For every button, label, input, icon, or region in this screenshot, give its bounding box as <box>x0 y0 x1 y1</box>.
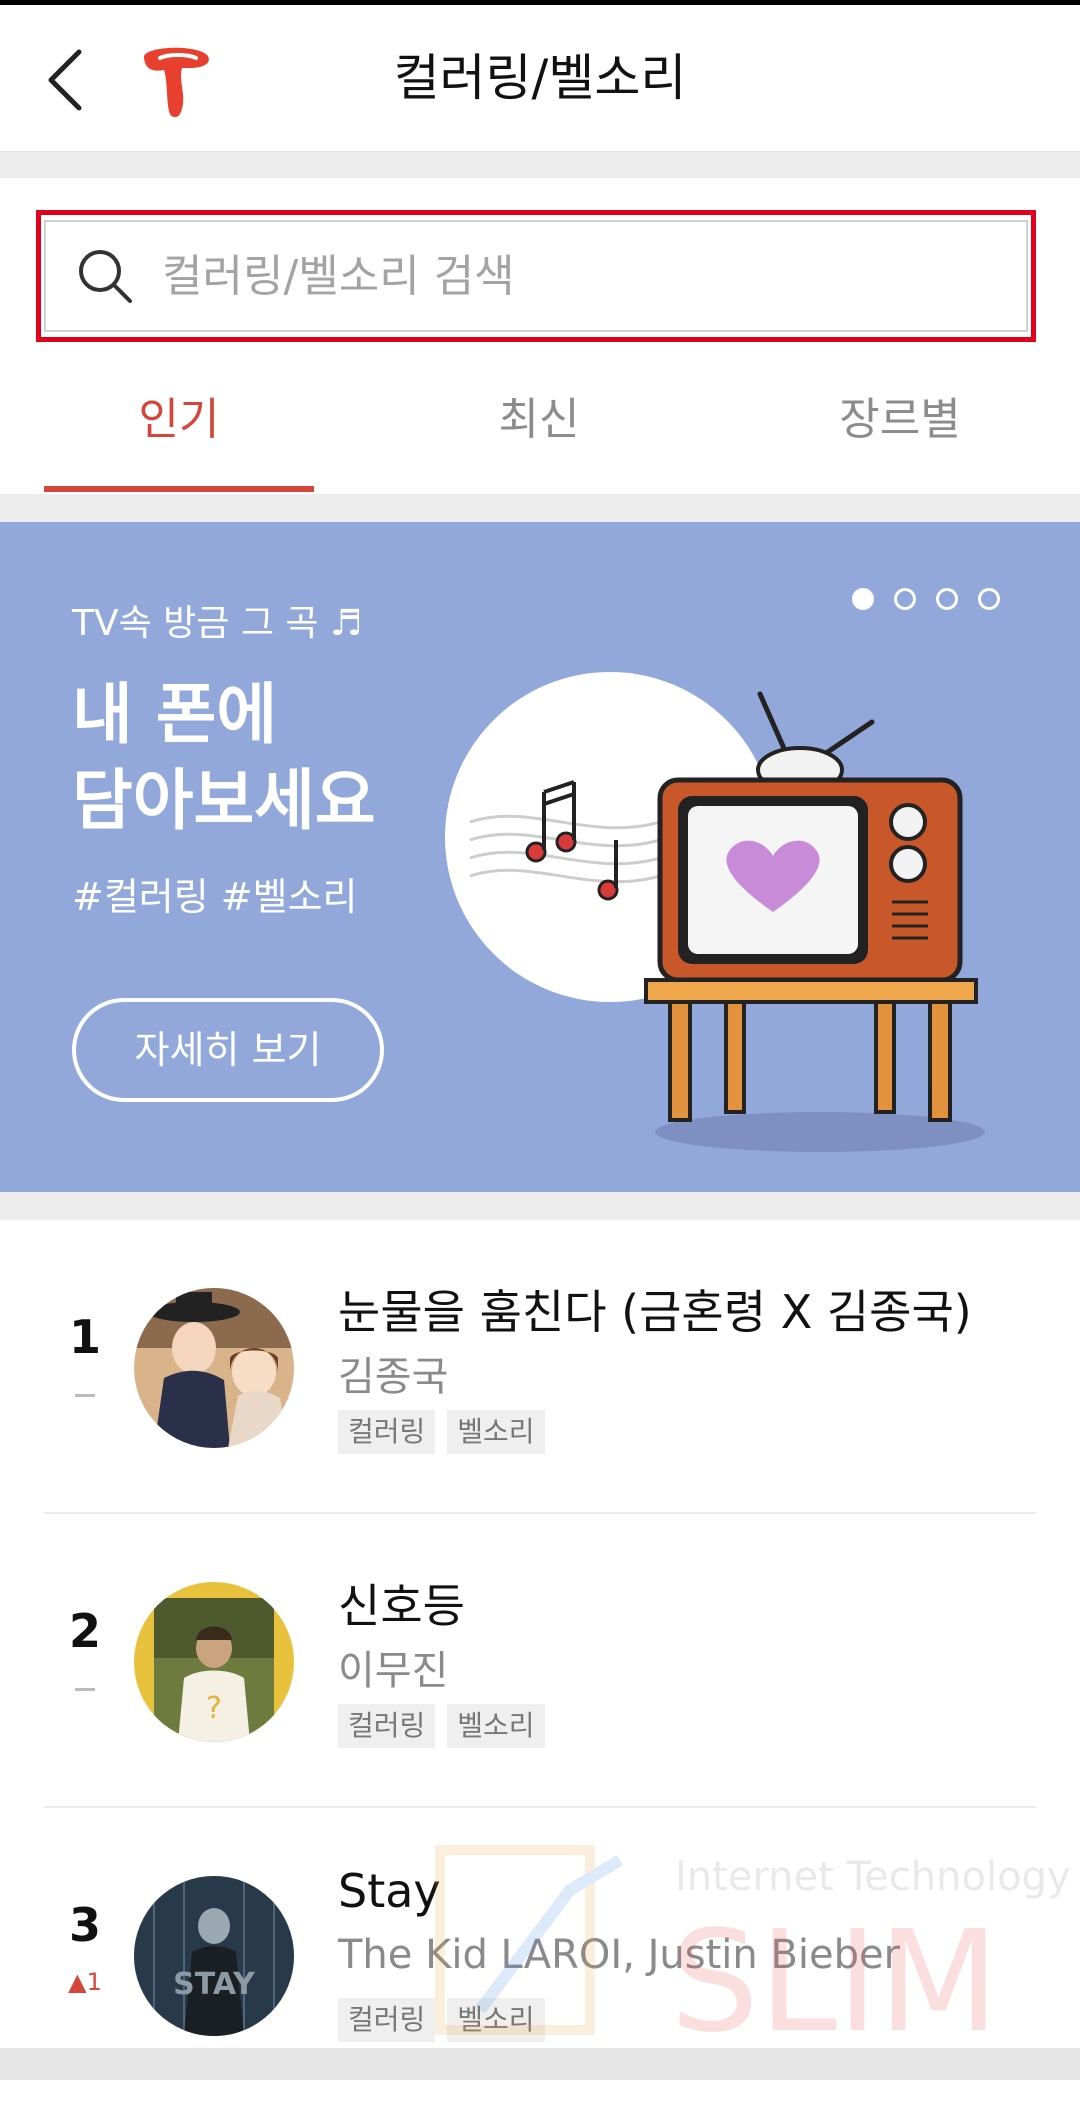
tab-label: 인기 <box>138 394 220 445</box>
bottom-edge <box>0 2048 1080 2080</box>
tab-label: 장르별 <box>839 394 961 445</box>
list-item[interactable]: 1 눈물을 훔친다 (금혼령 X 김종국) 김종국 컬러링 벨소리 <box>0 1220 1080 1514</box>
song-title: Stay <box>338 1864 441 1918</box>
artist-name: The Kid LAROI, Justin Bieber <box>338 1932 901 1978</box>
tab-latest[interactable]: 최신 <box>314 360 764 492</box>
search-bar[interactable] <box>44 220 1028 332</box>
tab-bar: 인기 최신 장르별 <box>44 360 1036 492</box>
tag-coloring[interactable]: 컬러링 <box>338 1704 436 1748</box>
pager-dot[interactable] <box>894 588 916 610</box>
rank-number: 2 <box>68 1604 101 1658</box>
search-input[interactable] <box>160 235 1026 317</box>
banner-pager <box>852 588 1000 610</box>
active-tab-indicator <box>44 486 314 492</box>
banner-subtitle: TV속 방금 그 곡 ♬ <box>72 603 363 644</box>
artist-name: 이무진 <box>338 1648 449 1694</box>
search-icon <box>74 245 136 307</box>
section-gap <box>0 1192 1080 1220</box>
song-title: 눈물을 훔친다 (금혼령 X 김종국) <box>338 1285 972 1339</box>
rank-number: 1 <box>68 1310 101 1364</box>
tv-illustration <box>445 672 985 1152</box>
list-item[interactable]: 2 ? 신호등 이무진 컬러링 벨소리 <box>0 1514 1080 1808</box>
banner-detail-button[interactable]: 자세히 보기 <box>72 998 384 1102</box>
section-gap <box>0 152 1080 178</box>
tab-genre[interactable]: 장르별 <box>764 360 1036 492</box>
tag-ringtone[interactable]: 벨소리 <box>447 1410 545 1454</box>
rank-number: 3 <box>68 1898 101 1952</box>
tag-ringtone[interactable]: 벨소리 <box>447 1998 545 2042</box>
rank-change: ▲1 <box>68 1968 102 1996</box>
rank-change <box>50 1380 120 1408</box>
tag-coloring[interactable]: 컬러링 <box>338 1998 436 2042</box>
pager-dot[interactable] <box>978 588 1000 610</box>
t-logo-icon[interactable] <box>138 42 213 122</box>
tag-ringtone[interactable]: 벨소리 <box>447 1704 545 1748</box>
tag-group: 컬러링 벨소리 <box>338 1410 545 1454</box>
album-art: ? <box>134 1582 294 1742</box>
svg-text:STAY: STAY <box>173 1967 256 2002</box>
tab-popular[interactable]: 인기 <box>44 360 314 492</box>
pager-dot[interactable] <box>852 588 874 610</box>
banner-hashtags: #컬러링 #벨소리 <box>72 875 358 919</box>
back-button[interactable] <box>30 35 100 125</box>
section-gap <box>0 494 1080 522</box>
tag-group: 컬러링 벨소리 <box>338 1704 545 1748</box>
tag-group: 컬러링 벨소리 <box>338 1998 545 2042</box>
song-title: 신호등 <box>338 1579 465 1633</box>
album-art: STAY <box>134 1876 294 2036</box>
album-art <box>134 1288 294 1448</box>
promo-banner[interactable]: TV속 방금 그 곡 ♬ 내 폰에 담아보세요 #컬러링 #벨소리 자세히 보기 <box>0 522 1080 1192</box>
banner-title: 내 폰에 담아보세요 <box>72 672 376 844</box>
chevron-left-icon <box>48 49 82 111</box>
artist-name: 김종국 <box>338 1354 449 1400</box>
banner-title-line: 내 폰에 <box>72 676 278 753</box>
pager-dot[interactable] <box>936 588 958 610</box>
tab-label: 최신 <box>498 394 580 445</box>
banner-title-line: 담아보세요 <box>72 762 376 839</box>
app-header: 컬러링/벨소리 <box>0 5 1080 152</box>
tag-coloring[interactable]: 컬러링 <box>338 1410 436 1454</box>
svg-text:?: ? <box>206 1691 222 1726</box>
rank-change <box>50 1674 120 1702</box>
